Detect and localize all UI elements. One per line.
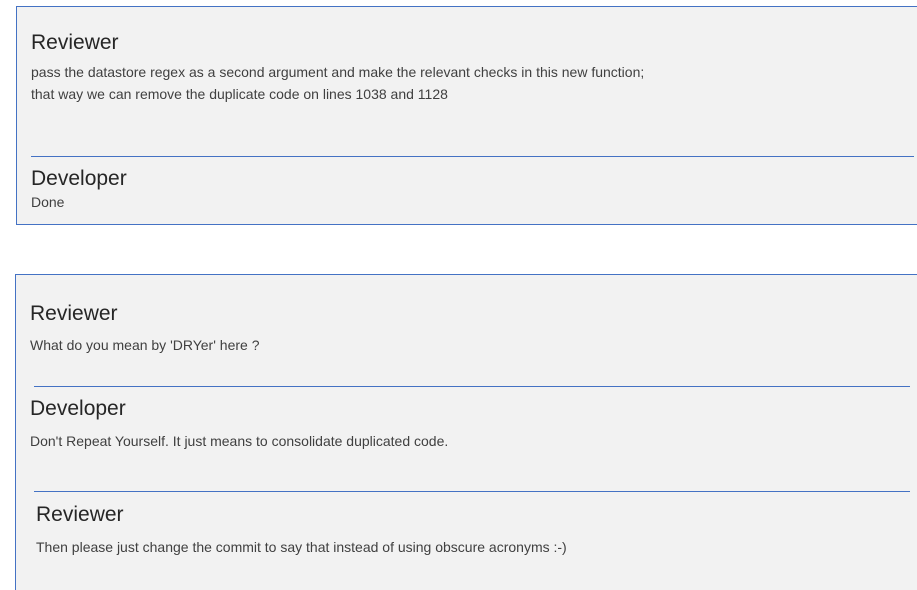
developer-reply: Done (31, 194, 65, 210)
reviewer-label: Reviewer (36, 503, 124, 526)
reviewer-followup: Then please just change the commit to sa… (36, 539, 567, 555)
reviewer-comment-line-2: that way we can remove the duplicate cod… (31, 86, 448, 102)
reviewer-label: Reviewer (30, 302, 118, 325)
thread-divider (31, 156, 914, 157)
developer-label: Developer (30, 397, 126, 420)
reviewer-comment-line-1: pass the datastore regex as a second arg… (31, 64, 645, 80)
review-thread-1: Reviewer pass the datastore regex as a s… (16, 6, 917, 225)
reviewer-label: Reviewer (31, 31, 119, 54)
developer-label: Developer (31, 167, 127, 190)
review-thread-2: Reviewer What do you mean by 'DRYer' her… (15, 274, 917, 590)
thread-divider (34, 491, 910, 492)
reviewer-question: What do you mean by 'DRYer' here ? (30, 337, 260, 353)
developer-reply: Don't Repeat Yourself. It just means to … (30, 433, 449, 449)
thread-divider (34, 386, 910, 387)
